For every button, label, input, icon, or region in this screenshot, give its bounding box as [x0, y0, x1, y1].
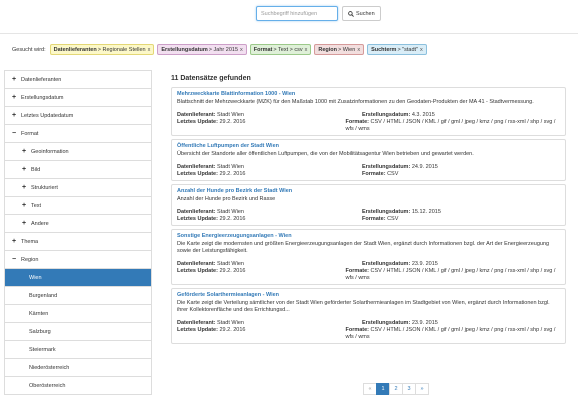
filter-label: Gesucht wird: [12, 46, 46, 53]
result-description: Die Karte zeigt die modernsten und größt… [177, 241, 550, 254]
facet-region-wien[interactable]: Wien [5, 269, 151, 287]
active-filters: Gesucht wird: Datenlieferanten > Regional… [12, 44, 427, 55]
facet-region-burgenland[interactable]: Burgenland [5, 287, 151, 305]
facet-format-strukturiert[interactable]: + Strukturiert [5, 179, 151, 197]
header-divider [0, 33, 578, 34]
search-button-label: Suchen [356, 10, 375, 17]
result-card: Sonstige Energieerzeugungsanlagen - Wien… [171, 229, 566, 285]
result-title-link[interactable]: Sonstige Energieerzeugungsanlagen - Wien [177, 233, 560, 240]
expand-icon: + [21, 184, 27, 191]
facet-format-andere[interactable]: + Andere [5, 215, 151, 233]
facet-format-text[interactable]: + Text [5, 197, 151, 215]
collapse-icon: − [11, 130, 17, 137]
pagination-next[interactable]: » [415, 383, 429, 395]
pagination-page-2[interactable]: 2 [389, 383, 403, 395]
remove-filter-icon[interactable]: x [240, 47, 243, 53]
filter-tag-datenlieferanten[interactable]: Datenlieferanten > Regionale Stellen x [49, 44, 155, 55]
filter-tag-region[interactable]: Region > Wien x [314, 44, 365, 55]
remove-filter-icon[interactable]: x [148, 47, 151, 53]
search-bar: Suchen [256, 6, 381, 21]
facet-region-niederoesterreich[interactable]: Niederösterreich [5, 359, 151, 377]
expand-icon: + [11, 76, 17, 83]
result-description: Die Karte zeigt die Verteilung sämtliche… [177, 300, 550, 313]
facet-thema[interactable]: + Thema [5, 233, 151, 251]
remove-filter-icon[interactable]: x [305, 47, 308, 53]
expand-icon: + [11, 238, 17, 245]
facet-region-oberoesterreich[interactable]: Oberösterreich [5, 377, 151, 395]
result-title-link[interactable]: Geförderte Solarthermieanlagen - Wien [177, 292, 560, 299]
facet-region-salzburg[interactable]: Salzburg [5, 323, 151, 341]
results-panel: 11 Datensätze gefunden Mehrzweckkarte Bl… [171, 75, 566, 347]
search-icon [348, 10, 354, 17]
result-card: Mehrzweckkarte Blattinformation 1000 - W… [171, 87, 566, 136]
result-meta: Datenlieferant: Stadt Wien Erstellungsdat… [177, 261, 556, 281]
result-description: Übersicht der Standorte aller öffentlich… [177, 151, 474, 157]
result-meta: Datenlieferant: Stadt Wien Erstellungsdat… [177, 164, 438, 177]
facet-format-bild[interactable]: + Bild [5, 161, 151, 179]
result-meta: Datenlieferant: Stadt Wien Erstellungsdat… [177, 112, 556, 132]
expand-icon: + [11, 94, 17, 101]
result-card: Geförderte Solarthermieanlagen - Wien Di… [171, 288, 566, 344]
filter-tag-format[interactable]: Format > Text > csv x [249, 44, 312, 55]
result-description: Blattschnitt der Mehrzweckkarte (MZK) fü… [177, 99, 534, 105]
pagination-page-1[interactable]: 1 [376, 383, 390, 395]
result-card: Anzahl der Hunde pro Bezirk der Stadt Wi… [171, 184, 566, 226]
expand-icon: + [21, 202, 27, 209]
result-title-link[interactable]: Anzahl der Hunde pro Bezirk der Stadt Wi… [177, 188, 560, 195]
facet-datenlieferanten[interactable]: + Datenlieferanten [5, 71, 151, 89]
facet-erstellungsdatum[interactable]: + Erstellungsdatum [5, 89, 151, 107]
expand-icon: + [21, 166, 27, 173]
result-card: Öffentliche Luftpumpen der Stadt Wien Üb… [171, 139, 566, 181]
results-count: 11 Datensätze gefunden [171, 75, 251, 82]
facet-region[interactable]: − Region [5, 251, 151, 269]
expand-icon: + [21, 148, 27, 155]
facet-format[interactable]: − Format [5, 125, 151, 143]
facet-letztes-updatedatum[interactable]: + Letztes Updatedatum [5, 107, 151, 125]
pagination-page-3[interactable]: 3 [402, 383, 416, 395]
facet-region-kaernten[interactable]: Kärnten [5, 305, 151, 323]
filter-tag-suchterm[interactable]: Suchterm > "stadt" x [367, 44, 427, 55]
expand-icon: + [21, 220, 27, 227]
remove-filter-icon[interactable]: x [357, 47, 360, 53]
facet-region-steiermark[interactable]: Steiermark [5, 341, 151, 359]
result-meta: Datenlieferant: Stadt Wien Erstellungsdat… [177, 209, 441, 222]
remove-filter-icon[interactable]: x [420, 47, 423, 53]
search-button[interactable]: Suchen [342, 6, 381, 21]
pagination-prev[interactable]: « [363, 383, 377, 395]
pagination: « 1 2 3 » [363, 383, 429, 395]
filter-tag-erstellungsdatum[interactable]: Erstellungsdatum > Jahr 2015 x [157, 44, 247, 55]
facet-format-geoinformation[interactable]: + Geoinformation [5, 143, 151, 161]
expand-icon: + [11, 112, 17, 119]
facet-sidebar: + Datenlieferanten + Erstellungsdatum + Let… [4, 70, 152, 395]
result-title-link[interactable]: Öffentliche Luftpumpen der Stadt Wien [177, 143, 560, 150]
result-description: Anzahl der Hunde pro Bezirk und Rasse [177, 196, 276, 202]
result-title-link[interactable]: Mehrzweckkarte Blattinformation 1000 - W… [177, 91, 560, 98]
collapse-icon: − [11, 256, 17, 263]
search-input[interactable] [256, 6, 338, 21]
result-meta: Datenlieferant: Stadt Wien Erstellungsdat… [177, 320, 556, 340]
